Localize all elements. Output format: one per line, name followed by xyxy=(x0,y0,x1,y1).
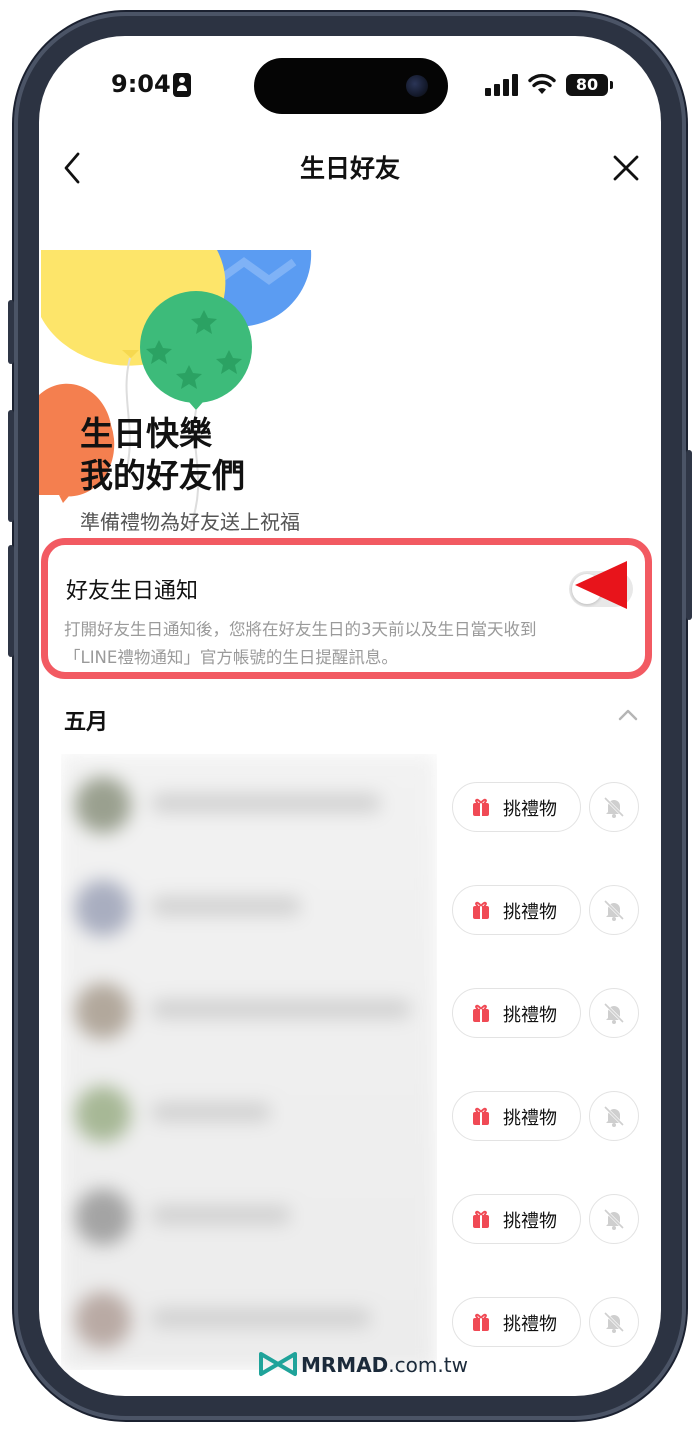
gift-icon xyxy=(473,1004,489,1022)
pick-gift-label: 挑禮物 xyxy=(503,902,557,923)
pick-gift-label: 挑禮物 xyxy=(503,1211,557,1232)
status-time: 9:04 xyxy=(111,70,171,98)
watermark-domain: .com.tw xyxy=(388,1353,468,1377)
pick-gift-button[interactable]: 挑禮物 xyxy=(452,1194,581,1244)
bell-off-icon xyxy=(603,899,625,921)
phone-power-button xyxy=(686,450,692,620)
description-line1: 打開好友生日通知後，您將在好友生日的3天前以及生日當天收到 xyxy=(64,620,537,639)
hero-subtitle: 準備禮物為好友送上祝福 xyxy=(80,510,300,534)
page-title: 生日好友 xyxy=(299,154,400,183)
mute-reminder-button[interactable] xyxy=(589,988,639,1038)
dynamic-island xyxy=(254,58,448,114)
pick-gift-button[interactable]: 挑禮物 xyxy=(452,988,581,1038)
pick-gift-button[interactable]: 挑禮物 xyxy=(452,1091,581,1141)
pick-gift-button[interactable]: 挑禮物 xyxy=(452,782,581,832)
description-line2: 「LINE禮物通知」官方帳號的生日提醒訊息。 xyxy=(64,648,398,667)
focus-id-icon xyxy=(173,73,191,97)
birthday-notification-title: 好友生日通知 xyxy=(66,579,199,604)
hero-title-line2: 我的好友們 xyxy=(80,456,245,495)
birthday-notification-description: 打開好友生日通知後，您將在好友生日的3天前以及生日當天收到 「LINE禮物通知」… xyxy=(64,616,624,672)
mute-reminder-button[interactable] xyxy=(589,885,639,935)
gift-icon xyxy=(473,1107,489,1125)
mrmad-logo-icon xyxy=(259,1352,297,1376)
camera-icon xyxy=(406,75,428,97)
bell-off-icon xyxy=(603,1208,625,1230)
hero-title: 生日快樂 我的好友們 xyxy=(80,413,245,497)
bell-off-icon xyxy=(603,1311,625,1333)
bell-off-icon xyxy=(603,1105,625,1127)
pick-gift-label: 挑禮物 xyxy=(503,799,557,820)
balloons-illustration xyxy=(39,250,312,531)
phone-volume-down xyxy=(8,545,14,657)
watermark-text: MRMAD.com.tw xyxy=(301,1353,468,1377)
gift-icon xyxy=(473,901,489,919)
month-header: 五月 xyxy=(64,710,109,735)
friend-row: 挑禮物 xyxy=(39,1194,661,1297)
chevron-up-icon[interactable] xyxy=(617,708,639,722)
close-icon[interactable] xyxy=(611,153,641,183)
app-screen: 9:04 80 生日好友 生日快樂 我的好友們 準備禮物為好友送上祝福 好友生日… xyxy=(39,36,661,1396)
phone-action-button xyxy=(8,300,14,364)
phone-volume-up xyxy=(8,410,14,522)
pick-gift-label: 挑禮物 xyxy=(503,1005,557,1026)
gift-icon xyxy=(473,798,489,816)
bell-off-icon xyxy=(603,1002,625,1024)
pick-gift-label: 挑禮物 xyxy=(503,1314,557,1335)
gift-icon xyxy=(473,1210,489,1228)
friend-row: 挑禮物 xyxy=(39,782,661,885)
battery-tip xyxy=(610,81,613,89)
wifi-icon xyxy=(528,73,556,94)
friend-row: 挑禮物 xyxy=(39,1297,661,1396)
gift-icon xyxy=(473,1313,489,1331)
watermark-brand: MRMAD xyxy=(301,1353,389,1377)
battery-indicator: 80 xyxy=(566,74,608,96)
pick-gift-button[interactable]: 挑禮物 xyxy=(452,885,581,935)
mute-reminder-button[interactable] xyxy=(589,782,639,832)
friend-row: 挑禮物 xyxy=(39,988,661,1091)
mute-reminder-button[interactable] xyxy=(589,1194,639,1244)
red-arrow-annotation xyxy=(575,561,627,609)
pick-gift-button[interactable]: 挑禮物 xyxy=(452,1297,581,1347)
signal-icon xyxy=(485,74,519,96)
mute-reminder-button[interactable] xyxy=(589,1297,639,1347)
mute-reminder-button[interactable] xyxy=(589,1091,639,1141)
hero-title-line1: 生日快樂 xyxy=(80,414,212,453)
pick-gift-label: 挑禮物 xyxy=(503,1108,557,1129)
bell-off-icon xyxy=(603,796,625,818)
friend-row: 挑禮物 xyxy=(39,1091,661,1194)
friend-row: 挑禮物 xyxy=(39,885,661,988)
